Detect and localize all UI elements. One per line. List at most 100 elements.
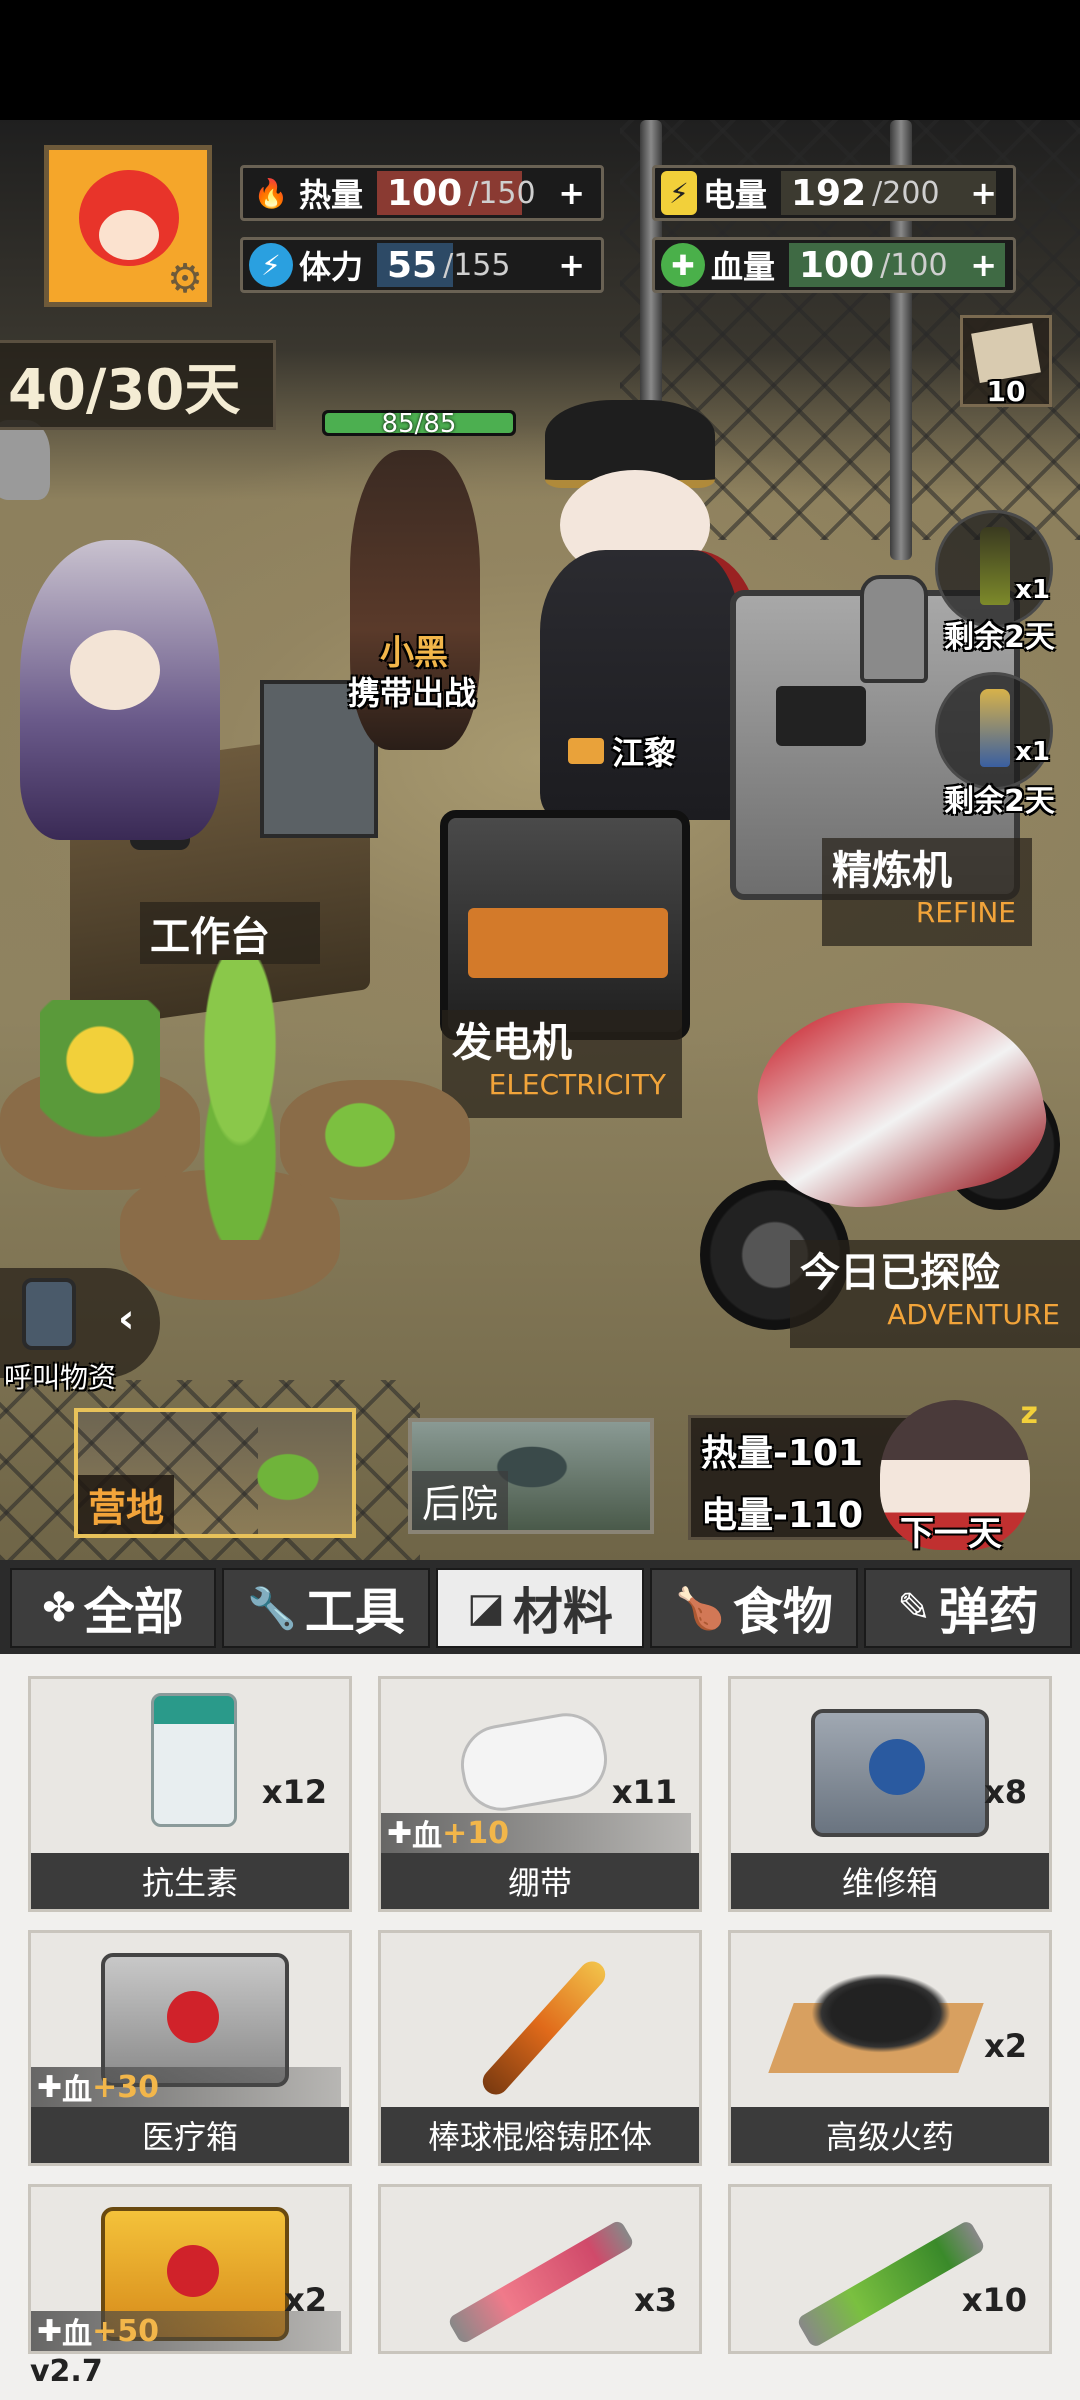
officer-nameplate: 江黎 <box>568 728 676 774</box>
clover-icon: ✤ <box>42 1585 76 1631</box>
stat-heat-label: 热量 <box>299 176 364 214</box>
generator-label-cn: 发电机 <box>452 1019 572 1066</box>
wrench-icon: 🔧 <box>247 1585 297 1632</box>
officer-character[interactable] <box>540 550 758 820</box>
stat-stamina-value: 55 <box>387 244 438 286</box>
item-card-bandage[interactable]: x11 ✚ 血 +10 绷带 <box>378 1676 702 1912</box>
item-heal: ✚ 血 +50 <box>31 2311 341 2351</box>
bottle-count: x1 <box>1015 737 1050 767</box>
bean-plant <box>300 1080 420 1190</box>
walkie-talkie-icon <box>22 1278 76 1350</box>
item-qty: x8 <box>984 1773 1027 1811</box>
rapeseed-plant <box>40 1000 160 1150</box>
adventure-label: 今日已探险 ADVENTURE <box>790 1240 1080 1348</box>
location-tab-camp[interactable]: 营地 <box>74 1408 356 1538</box>
refiner-label-cn: 精炼机 <box>832 847 952 894</box>
location-label: 后院 <box>412 1471 509 1530</box>
stat-power: ⚡ 电量 192 /200 + <box>652 165 1016 221</box>
baseball-bat-icon <box>477 1956 611 2100</box>
item-qty: x10 <box>961 2281 1027 2319</box>
item-qty: x2 <box>984 2027 1027 2065</box>
bottle-remaining: 剩余2天 <box>944 784 1055 819</box>
item-qty: x12 <box>261 1773 327 1811</box>
next-day-label[interactable]: 下一天 <box>900 1506 1002 1555</box>
toolbox-icon <box>811 1709 989 1837</box>
chest-icon <box>568 738 604 764</box>
drumstick-icon: 🍗 <box>675 1585 725 1632</box>
generator-label-en: ELECTRICITY <box>488 1068 666 1101</box>
stat-power-label: 电量 <box>703 176 768 214</box>
day-counter: 40/30天 <box>0 340 276 430</box>
stat-blood-label: 血量 <box>711 248 776 286</box>
item-name: 维修箱 <box>731 1853 1049 1909</box>
tab-ammo[interactable]: ✎ 弹药 <box>864 1568 1072 1648</box>
oil-bottle-icon <box>980 689 1010 767</box>
item-card-antibiotics[interactable]: x12 抗生素 <box>28 1676 352 1912</box>
item-qty: x11 <box>611 1773 677 1811</box>
bottle-count: x1 <box>1015 575 1050 605</box>
generator-panel <box>468 908 668 978</box>
plant-thumbnail <box>228 1432 348 1522</box>
flame-icon: 🔥 <box>253 176 289 210</box>
item-card-bat-blank[interactable]: 棒球棍熔铸胚体 <box>378 1930 702 2166</box>
stat-stamina-max: /155 <box>443 247 511 283</box>
blood-drop-icon: ✚ <box>37 2069 63 2105</box>
add-power-button[interactable]: + <box>970 174 997 212</box>
tab-tools[interactable]: 🔧 工具 <box>222 1568 430 1648</box>
location-label: 营地 <box>78 1475 175 1534</box>
item-card-repair-kit[interactable]: x8 维修箱 <box>728 1676 1052 1912</box>
blood-drop-icon: ✚ <box>37 2313 63 2349</box>
bean-plant <box>170 960 310 1240</box>
add-blood-button[interactable]: + <box>970 246 997 284</box>
item-card-syringe-green[interactable]: x10 <box>728 2184 1052 2354</box>
generator[interactable] <box>440 810 690 1040</box>
stat-power-max: /200 <box>872 175 940 211</box>
oil-bottle-slot-2[interactable]: x1 <box>935 672 1053 790</box>
stat-heat: 🔥 热量 100 /150 + <box>240 165 604 221</box>
oil-bottle-slot-1[interactable]: x1 <box>935 510 1053 628</box>
bottle-remaining: 剩余2天 <box>944 620 1055 655</box>
bullet-icon: ✎ <box>897 1585 931 1631</box>
item-card-medkit[interactable]: ✚ 血 +30 医疗箱 <box>28 1930 352 2166</box>
gear-icon[interactable]: ⚙ <box>167 256 203 302</box>
stat-heat-max: /150 <box>468 175 536 211</box>
stat-stamina: ⚡ 体力 55 /155 + <box>240 237 604 293</box>
oil-bottle-icon <box>980 527 1010 605</box>
generator-label: 发电机 ELECTRICITY <box>442 1010 682 1118</box>
add-stamina-button[interactable]: + <box>558 246 585 284</box>
location-tab-backyard[interactable]: 后院 <box>408 1418 654 1534</box>
stat-power-value: 192 <box>791 172 867 214</box>
add-heat-button[interactable]: + <box>558 174 585 212</box>
item-card-advanced-medkit[interactable]: x2 ✚ 血 +50 <box>28 2184 352 2354</box>
tab-all[interactable]: ✤ 全部 <box>10 1568 216 1648</box>
item-name: 绷带 <box>381 1853 699 1909</box>
blood-drop-icon: ✚ <box>661 243 705 287</box>
dog-hp-bar: 85/85 <box>322 409 516 439</box>
player-avatar[interactable]: ⚙ <box>44 145 212 307</box>
material-icon: ◪ <box>467 1585 505 1631</box>
tab-materials[interactable]: ◪ 材料 <box>436 1568 644 1648</box>
officer-name: 江黎 <box>612 734 677 772</box>
workbench-label: 工作台 <box>140 902 320 964</box>
item-heal: ✚ 血 +10 <box>381 1813 691 1854</box>
wrench-icon <box>869 1739 925 1795</box>
syringe-icon <box>446 2219 636 2345</box>
veiled-girl-face <box>70 630 160 710</box>
bandage-icon <box>454 1706 614 1818</box>
item-name: 高级火药 <box>731 2107 1049 2163</box>
chevron-left-icon: ‹ <box>118 1296 135 1342</box>
item-card-gunpowder[interactable]: x2 高级火药 <box>728 1930 1052 2166</box>
refiner-screen <box>776 686 866 746</box>
dog-action-label[interactable]: 携带出战 <box>348 668 476 714</box>
blood-drop-icon: ✚ <box>387 1815 413 1851</box>
item-card-syringe-red[interactable]: x3 <box>378 2184 702 2354</box>
tab-food[interactable]: 🍗 食物 <box>650 1568 858 1648</box>
letters-button[interactable]: 10 <box>960 315 1052 408</box>
dog-name: 小黑 <box>380 633 448 673</box>
gunpowder-icon <box>811 1973 951 2053</box>
stat-stamina-label: 体力 <box>299 248 364 286</box>
stat-blood-max: /100 <box>880 247 948 283</box>
workbench-label-cn: 工作台 <box>150 913 270 960</box>
camp-scene: 工作台 85/85 小黑 携带出战 江黎 10 精炼机 REFINE x1 剩余… <box>0 120 1080 1560</box>
refiner-funnel <box>860 575 928 683</box>
